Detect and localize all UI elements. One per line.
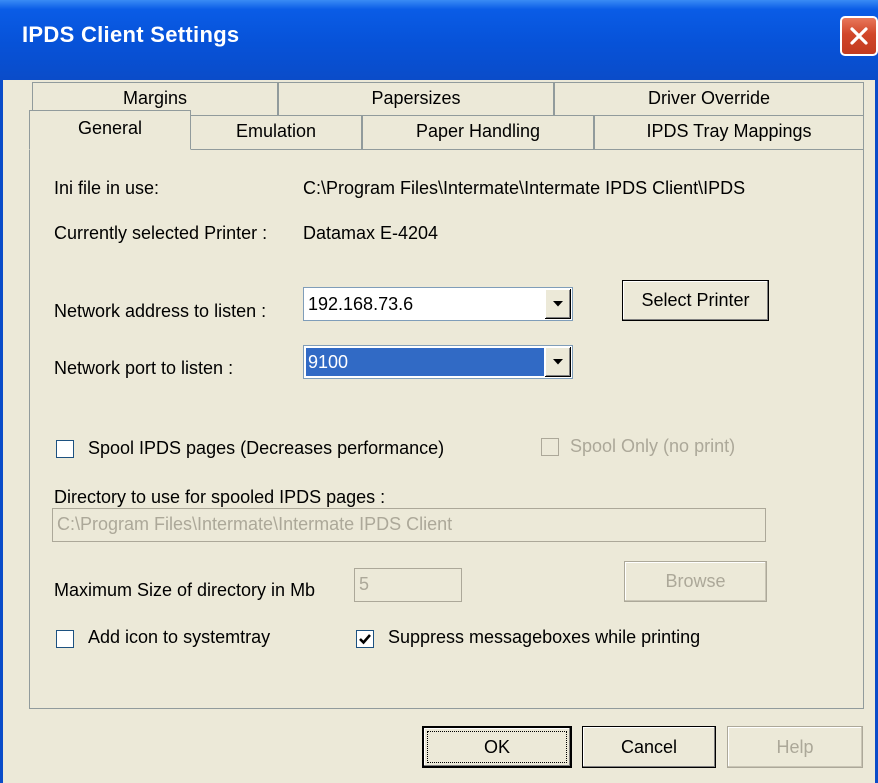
ok-label: OK [483, 737, 510, 757]
max-size-field[interactable]: 5 [354, 568, 462, 602]
spool-checkbox[interactable] [56, 440, 74, 458]
ini-file-label: Ini file in use: [54, 178, 160, 198]
tab-paper-handling-label: Paper Handling [415, 121, 541, 141]
suppress-label[interactable]: Suppress messageboxes while printing [388, 627, 700, 648]
help-button[interactable]: Help [727, 726, 863, 768]
chevron-down-icon [553, 359, 563, 365]
browse-label: Browse [665, 571, 726, 591]
network-port-value: 9100 [306, 348, 544, 376]
tab-papersizes-label: Papersizes [371, 88, 461, 108]
tab-ipds-tray-mappings[interactable]: IPDS Tray Mappings [594, 115, 864, 149]
tab-driver-override[interactable]: Driver Override [554, 82, 864, 116]
select-printer-label: Select Printer [641, 290, 750, 310]
help-label: Help [776, 737, 814, 757]
directory-field[interactable]: C:\Program Files\Intermate\Intermate IPD… [52, 508, 766, 542]
tab-emulation[interactable]: Emulation [190, 115, 362, 149]
network-address-value: 192.168.73.6 [308, 294, 414, 314]
window-title: IPDS Client Settings [22, 22, 240, 47]
tab-general[interactable]: General [29, 110, 191, 150]
spool-only-label: Spool Only (no print) [570, 436, 736, 456]
tab-driver-override-label: Driver Override [647, 88, 771, 108]
close-icon [850, 27, 868, 45]
selected-printer-value: Datamax E-4204 [303, 223, 439, 243]
network-port-label: Network port to listen : [54, 358, 234, 378]
ini-file-value: C:\Program Files\Intermate\Intermate IPD… [303, 178, 746, 198]
ok-button[interactable]: OK [422, 726, 572, 768]
select-printer-button[interactable]: Select Printer [622, 280, 769, 321]
network-address-dropdown-button[interactable] [544, 289, 571, 319]
tab-emulation-label: Emulation [235, 121, 317, 141]
max-size-value: 5 [359, 574, 370, 594]
tab-margins-label: Margins [122, 88, 188, 108]
network-address-combo[interactable]: 192.168.73.6 [303, 287, 573, 321]
spool-only-checkbox[interactable] [541, 438, 559, 456]
network-port-combo[interactable]: 9100 [303, 345, 573, 379]
cancel-label: Cancel [620, 737, 678, 757]
cancel-button[interactable]: Cancel [582, 726, 716, 768]
checkmark-icon [359, 634, 371, 645]
network-address-label: Network address to listen : [54, 301, 267, 321]
spool-label[interactable]: Spool IPDS pages (Decreases performance) [88, 438, 444, 459]
directory-value: C:\Program Files\Intermate\Intermate IPD… [57, 514, 453, 534]
title-bar[interactable]: IPDS Client Settings [0, 0, 878, 81]
tab-papersizes[interactable]: Papersizes [278, 82, 554, 116]
tab-general-label: General [77, 118, 143, 138]
tab-ipds-tray-mappings-label: IPDS Tray Mappings [646, 121, 812, 141]
selected-printer-label: Currently selected Printer : [54, 223, 268, 243]
suppress-checkbox[interactable] [356, 630, 374, 648]
close-button[interactable] [840, 16, 878, 56]
network-port-dropdown-button[interactable] [544, 347, 571, 377]
chevron-down-icon [553, 301, 563, 307]
tab-paper-handling[interactable]: Paper Handling [362, 115, 594, 149]
systray-label[interactable]: Add icon to systemtray [88, 627, 270, 648]
directory-label: Directory to use for spooled IPDS pages … [54, 487, 386, 507]
browse-button[interactable]: Browse [624, 561, 767, 602]
max-size-label: Maximum Size of directory in Mb [54, 580, 316, 600]
systray-checkbox[interactable] [56, 630, 74, 648]
